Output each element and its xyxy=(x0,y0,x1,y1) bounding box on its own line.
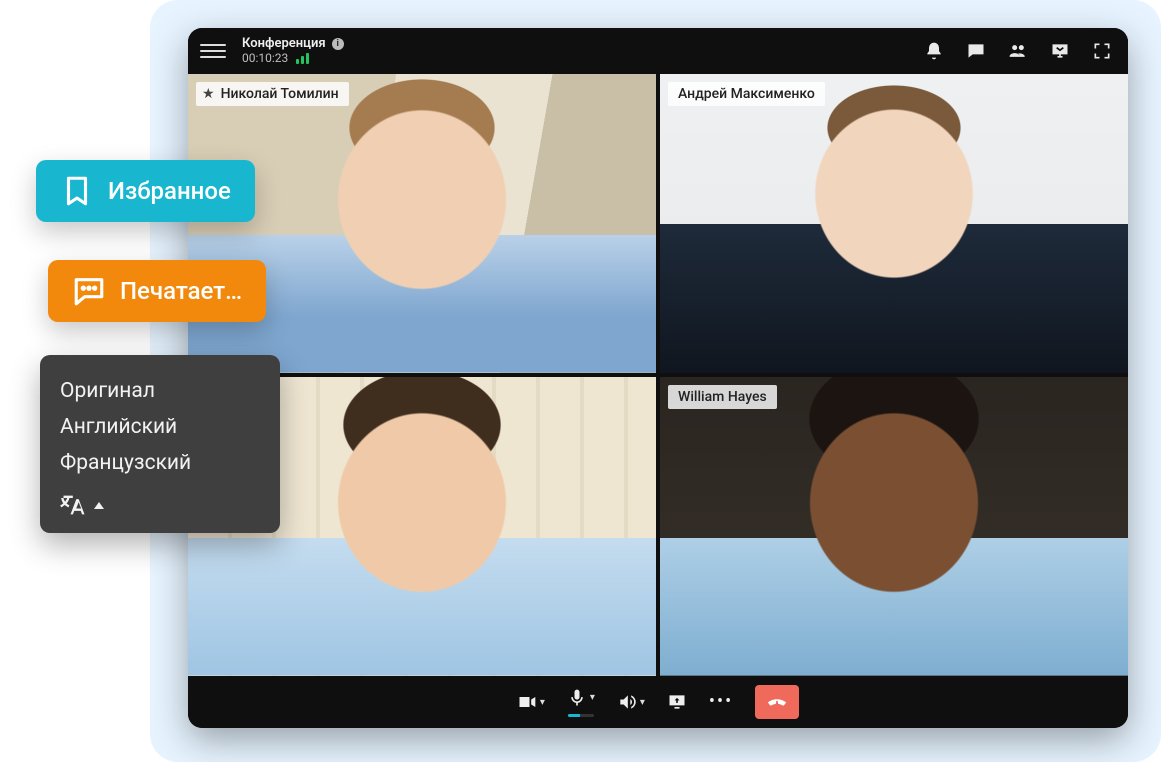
participant-name-tag: Андрей Максименко xyxy=(668,82,825,106)
chevron-up-icon xyxy=(94,502,104,509)
title-block: Конференция i 00:10:23 xyxy=(242,37,344,66)
conference-window: Конференция i 00:10:23 ★ Николай Томилин xyxy=(188,28,1128,728)
call-timer: 00:10:23 xyxy=(242,52,288,66)
favorites-label: Избранное xyxy=(108,177,231,205)
topbar: Конференция i 00:10:23 xyxy=(188,28,1128,74)
video-tile[interactable]: ★ Николай Томилин xyxy=(188,74,656,373)
participant-video xyxy=(660,74,1128,373)
participant-name: William Hayes xyxy=(678,389,767,405)
participant-name-tag: ★ Николай Томилин xyxy=(196,82,349,106)
topbar-actions xyxy=(924,41,1116,61)
participants-icon[interactable] xyxy=(1008,41,1028,61)
participant-name-tag: William Hayes xyxy=(668,385,777,409)
typing-callout[interactable]: Печатает… xyxy=(48,260,266,322)
notifications-icon[interactable] xyxy=(924,41,944,61)
language-panel: Оригинал Английский Французский xyxy=(40,355,280,533)
video-grid: ★ Николай Томилин Андрей Максименко ood … xyxy=(188,74,1128,676)
microphone-toggle[interactable]: ▾ xyxy=(567,688,595,717)
host-star-icon: ★ xyxy=(202,86,215,102)
typing-label: Печатает… xyxy=(120,277,242,305)
mic-level-meter xyxy=(568,714,594,717)
signal-icon xyxy=(296,53,309,64)
camera-toggle[interactable]: ▾ xyxy=(517,692,545,712)
video-tile[interactable]: William Hayes xyxy=(660,377,1128,676)
language-option[interactable]: Французский xyxy=(60,445,260,481)
favorites-callout[interactable]: Избранное xyxy=(36,160,255,222)
present-icon[interactable] xyxy=(1050,41,1070,61)
language-option[interactable]: Оригинал xyxy=(60,373,260,409)
share-screen-button[interactable] xyxy=(667,692,687,712)
speaker-toggle[interactable]: ▾ xyxy=(617,692,645,712)
translate-icon xyxy=(60,491,88,519)
participant-video xyxy=(188,74,656,373)
video-tile[interactable]: Андрей Максименко xyxy=(660,74,1128,373)
participant-name: Андрей Максименко xyxy=(678,86,815,102)
menu-button[interactable] xyxy=(200,38,226,64)
hangup-button[interactable] xyxy=(755,685,799,719)
bookmark-icon xyxy=(60,174,94,208)
fullscreen-icon[interactable] xyxy=(1092,41,1112,61)
info-icon[interactable]: i xyxy=(332,38,344,50)
typing-icon xyxy=(72,274,106,308)
language-option[interactable]: Английский xyxy=(60,409,260,445)
conference-title: Конференция xyxy=(242,37,326,52)
chat-icon[interactable] xyxy=(966,41,986,61)
bottombar: ▾ ▾ ▾ ••• xyxy=(188,676,1128,728)
participant-video xyxy=(660,377,1128,676)
participant-name: Николай Томилин xyxy=(221,86,339,102)
translate-toggle[interactable] xyxy=(60,491,260,519)
